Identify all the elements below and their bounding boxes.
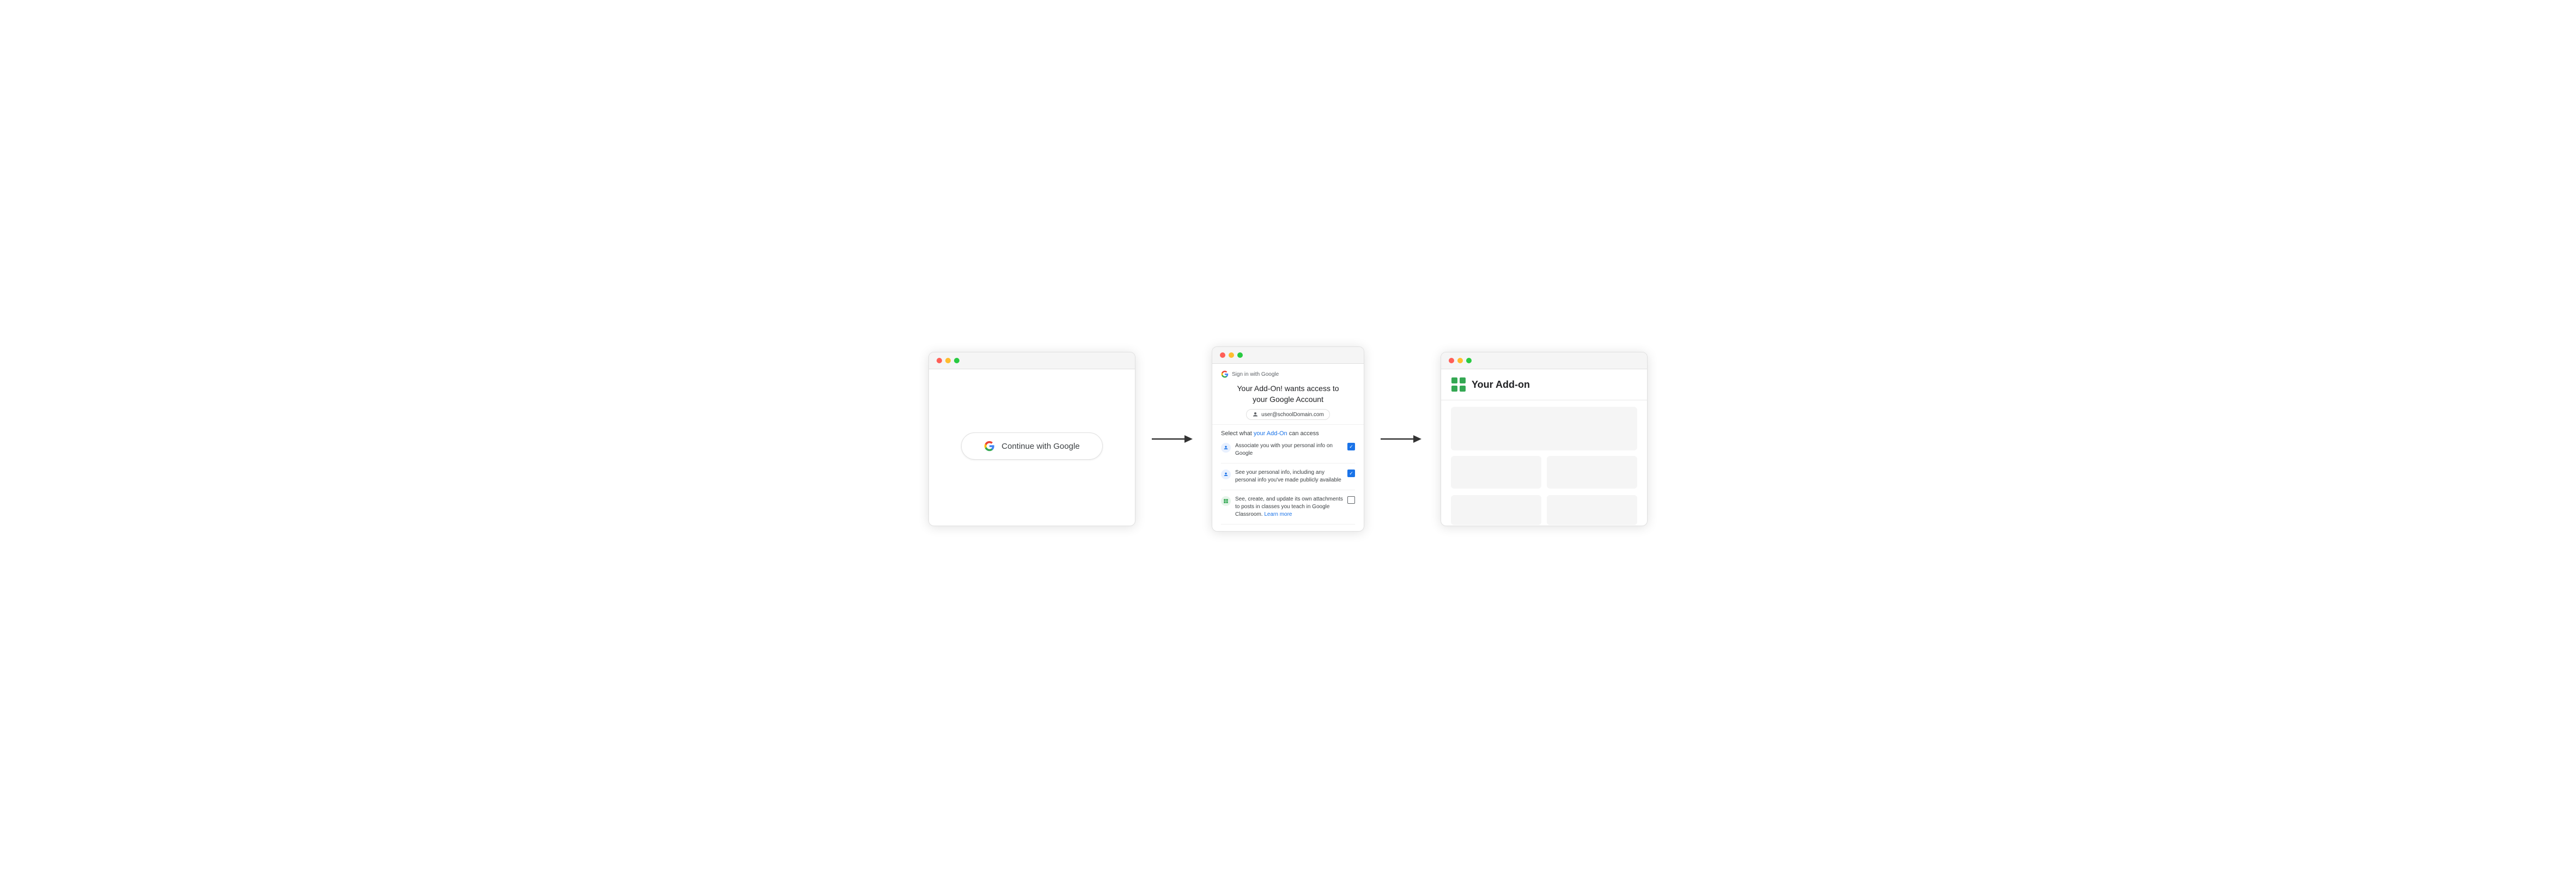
google-btn-label: Continue with Google — [1001, 442, 1079, 451]
addon-window-body: Your Add-on — [1441, 369, 1647, 523]
user-avatar-icon — [1252, 411, 1259, 418]
perm-icon-1 — [1221, 443, 1231, 453]
google-g-icon — [984, 441, 995, 452]
dot-yellow-2 — [1229, 352, 1234, 358]
perm-text-3: See, create, and update its own attachme… — [1235, 496, 1343, 519]
google-small-icon — [1221, 370, 1229, 378]
user-email: user@schoolDomain.com — [1261, 412, 1324, 418]
addon-card-1 — [1451, 456, 1541, 489]
addon-card-2 — [1547, 456, 1637, 489]
sign-in-with-google-label: Sign in with Google — [1232, 371, 1279, 377]
addon-bottom-card-1 — [1451, 495, 1541, 525]
addon-header: Your Add-on — [1441, 369, 1647, 400]
dot-green-3 — [1466, 358, 1472, 363]
oauth-title: Your Add-On! wants access to your Google… — [1221, 383, 1355, 405]
browser-window-1: Continue with Google — [928, 352, 1135, 526]
browser-toolbar-1 — [929, 352, 1135, 369]
dot-yellow-3 — [1457, 358, 1463, 363]
continue-with-google-button[interactable]: Continue with Google — [961, 432, 1103, 460]
addon-title: Your Add-on — [1472, 379, 1530, 391]
dot-yellow-1 — [945, 358, 951, 363]
dot-red-2 — [1220, 352, 1225, 358]
oauth-header-top: Sign in with Google — [1221, 370, 1355, 378]
oauth-header: Sign in with Google Your Add-On! wants a… — [1212, 364, 1364, 425]
browser-toolbar-3 — [1441, 352, 1647, 369]
oauth-permissions-body: Select what your Add-On can access Assoc… — [1212, 425, 1364, 528]
perm-checkbox-3[interactable] — [1347, 496, 1355, 504]
dot-green-2 — [1237, 352, 1243, 358]
window-1-body: Continue with Google — [929, 369, 1135, 523]
dot-red-1 — [937, 358, 942, 363]
dot-green-1 — [954, 358, 959, 363]
perm-text-2: See your personal info, including any pe… — [1235, 469, 1343, 484]
perm-checkbox-2[interactable] — [1347, 470, 1355, 477]
permission-item-1: Associate you with your personal info on… — [1221, 442, 1355, 464]
addon-bottom-cards — [1441, 495, 1647, 526]
oauth-select-text: Select what your Add-On can access — [1221, 430, 1355, 437]
arrow-2 — [1381, 431, 1424, 447]
addon-logo-icon — [1451, 377, 1466, 392]
oauth-body-container: Sign in with Google Your Add-On! wants a… — [1212, 364, 1364, 528]
addon-content-area — [1441, 400, 1647, 495]
flow-container: Continue with Google — [907, 346, 1669, 532]
arrow-2-svg — [1381, 431, 1424, 447]
addon-bottom-card-2 — [1547, 495, 1637, 525]
browser-window-2: Sign in with Google Your Add-On! wants a… — [1212, 346, 1364, 532]
perm-checkbox-1[interactable] — [1347, 443, 1355, 450]
perm-icon-3 — [1221, 496, 1231, 506]
arrow-1 — [1152, 431, 1195, 447]
addon-link[interactable]: your Add-On — [1254, 430, 1287, 437]
arrow-1-svg — [1152, 431, 1195, 447]
perm-text-1: Associate you with your personal info on… — [1235, 442, 1343, 458]
learn-more-link[interactable]: Learn more — [1264, 511, 1292, 517]
browser-toolbar-2 — [1212, 347, 1364, 364]
perm-icon-2 — [1221, 470, 1231, 479]
addon-wide-card — [1451, 407, 1637, 450]
dot-red-3 — [1449, 358, 1454, 363]
permission-item-3: See, create, and update its own attachme… — [1221, 496, 1355, 525]
oauth-user-badge: user@schoolDomain.com — [1246, 409, 1330, 420]
browser-window-3: Your Add-on — [1441, 352, 1648, 526]
permission-item-2: See your personal info, including any pe… — [1221, 469, 1355, 490]
